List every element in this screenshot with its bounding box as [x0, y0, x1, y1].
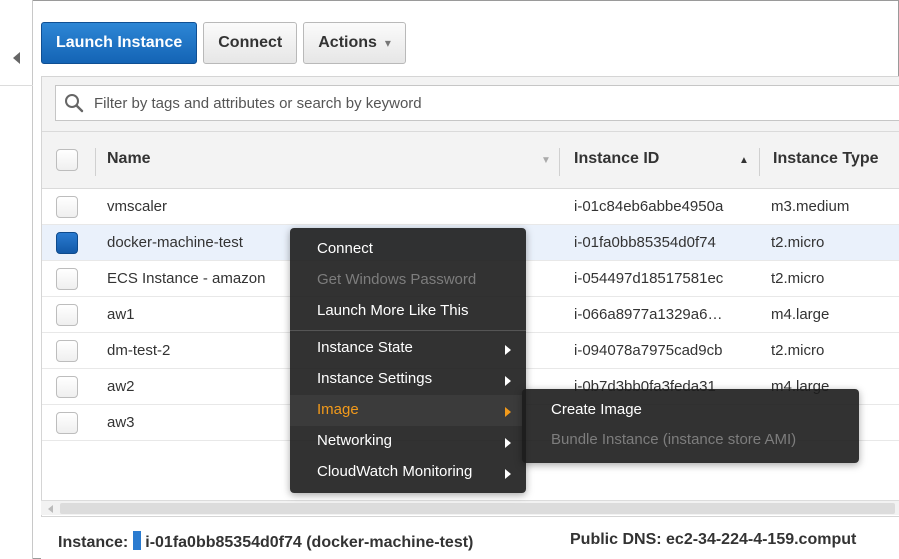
- menu-item-create-image[interactable]: Create Image: [551, 401, 642, 418]
- context-menu: Connect Get Windows Password Launch More…: [290, 228, 526, 493]
- cell-name: ECS Instance - amazon: [107, 270, 266, 287]
- menu-item-get-windows-password: Get Windows Password: [317, 271, 477, 288]
- instance-detail-bar: Instance: i-01fa0bb85354d0f74 (docker-mac…: [41, 516, 899, 559]
- row-checkbox[interactable]: [56, 412, 78, 434]
- cell-name: vmscaler: [107, 198, 168, 215]
- menu-item-networking[interactable]: Networking: [317, 432, 392, 449]
- actions-button[interactable]: Actions ▾: [303, 22, 406, 64]
- public-dns-detail: Public DNS: ec2-34-224-4-159.comput: [570, 531, 856, 549]
- launch-instance-button[interactable]: Launch Instance: [41, 22, 198, 64]
- menu-item-launch-more-like-this[interactable]: Launch More Like This: [317, 302, 468, 319]
- row-checkbox[interactable]: [56, 376, 78, 398]
- filter-bar: Filter by tags and attributes or search …: [42, 77, 899, 132]
- scrollbar-thumb[interactable]: [60, 503, 895, 514]
- cell-instance-id: i-054497d18517581ec: [574, 270, 724, 287]
- table-header: Name ▼ Instance ID ▲ Instance Type: [42, 132, 899, 189]
- submenu-arrow-icon: [505, 438, 511, 448]
- search-icon: [65, 94, 84, 113]
- menu-separator: [290, 330, 526, 331]
- search-input[interactable]: Filter by tags and attributes or search …: [55, 85, 899, 121]
- chevron-down-icon: ▾: [384, 36, 391, 50]
- cell-name: dm-test-2: [107, 342, 171, 359]
- row-checkbox[interactable]: [56, 232, 78, 254]
- menu-item-connect[interactable]: Connect: [317, 240, 373, 257]
- row-checkbox[interactable]: [56, 340, 78, 362]
- column-divider: [95, 148, 96, 176]
- column-header-instance-type[interactable]: Instance Type: [773, 150, 879, 168]
- connect-label: Connect: [218, 34, 283, 51]
- cell-name: aw3: [107, 414, 135, 431]
- row-checkbox[interactable]: [56, 196, 78, 218]
- column-divider: [559, 148, 560, 176]
- left-nav-panel: [0, 0, 33, 559]
- sort-ascending-icon[interactable]: ▲: [739, 155, 749, 166]
- submenu-arrow-icon: [505, 469, 511, 479]
- selection-marker: [133, 531, 142, 550]
- scroll-left-icon[interactable]: [48, 505, 53, 513]
- instance-detail: Instance: i-01fa0bb85354d0f74 (docker-mac…: [58, 531, 473, 552]
- cell-instance-type: t2.micro: [771, 270, 825, 287]
- sort-caret-icon[interactable]: ▼: [541, 155, 551, 166]
- column-header-instance-id[interactable]: Instance ID: [574, 150, 659, 168]
- cell-instance-id: i-094078a7975cad9cb: [574, 342, 723, 359]
- menu-item-bundle-instance: Bundle Instance (instance store AMI): [551, 431, 797, 448]
- submenu-arrow-icon: [505, 407, 511, 417]
- select-all-checkbox[interactable]: [56, 149, 78, 171]
- horizontal-scrollbar[interactable]: [41, 500, 899, 515]
- cell-name: aw1: [107, 306, 135, 323]
- menu-item-instance-state[interactable]: Instance State: [317, 339, 413, 356]
- search-placeholder: Filter by tags and attributes or search …: [94, 95, 422, 112]
- menu-item-cloudwatch-monitoring[interactable]: CloudWatch Monitoring: [317, 463, 472, 480]
- divider: [0, 85, 33, 86]
- row-checkbox[interactable]: [56, 268, 78, 290]
- submenu-arrow-icon: [505, 376, 511, 386]
- cell-name: aw2: [107, 378, 135, 395]
- column-header-name[interactable]: Name: [107, 150, 151, 168]
- cell-name: docker-machine-test: [107, 234, 243, 251]
- launch-instance-label: Launch Instance: [56, 34, 183, 51]
- cell-instance-id: i-01c84eb6abbe4950a: [574, 198, 724, 215]
- instance-value: i-01fa0bb85354d0f74 (docker-machine-test…: [145, 534, 474, 551]
- column-divider: [759, 148, 760, 176]
- public-dns-label: Public DNS:: [570, 531, 662, 548]
- cell-instance-type: m3.medium: [771, 198, 850, 215]
- menu-item-image[interactable]: Image: [317, 401, 359, 418]
- cell-instance-type: m4.large: [771, 306, 830, 323]
- cell-instance-type: t2.micro: [771, 342, 825, 359]
- table-row[interactable]: vmscaler i-01c84eb6abbe4950a m3.medium: [42, 189, 899, 225]
- cell-instance-id: i-01fa0bb85354d0f74: [574, 234, 716, 251]
- cell-instance-type: t2.micro: [771, 234, 825, 251]
- collapse-left-icon[interactable]: [13, 52, 20, 64]
- toolbar: Launch Instance Connect Actions ▾: [41, 22, 406, 64]
- connect-button[interactable]: Connect: [203, 22, 298, 64]
- submenu-arrow-icon: [505, 345, 511, 355]
- cell-instance-id: i-066a8977a1329a6…: [574, 306, 723, 323]
- image-submenu: Create Image Bundle Instance (instance s…: [522, 389, 859, 463]
- row-checkbox[interactable]: [56, 304, 78, 326]
- menu-item-instance-settings[interactable]: Instance Settings: [317, 370, 432, 387]
- public-dns-value: ec2-34-224-4-159.comput: [666, 531, 857, 548]
- instance-label: Instance:: [58, 534, 129, 551]
- actions-label: Actions: [318, 34, 377, 51]
